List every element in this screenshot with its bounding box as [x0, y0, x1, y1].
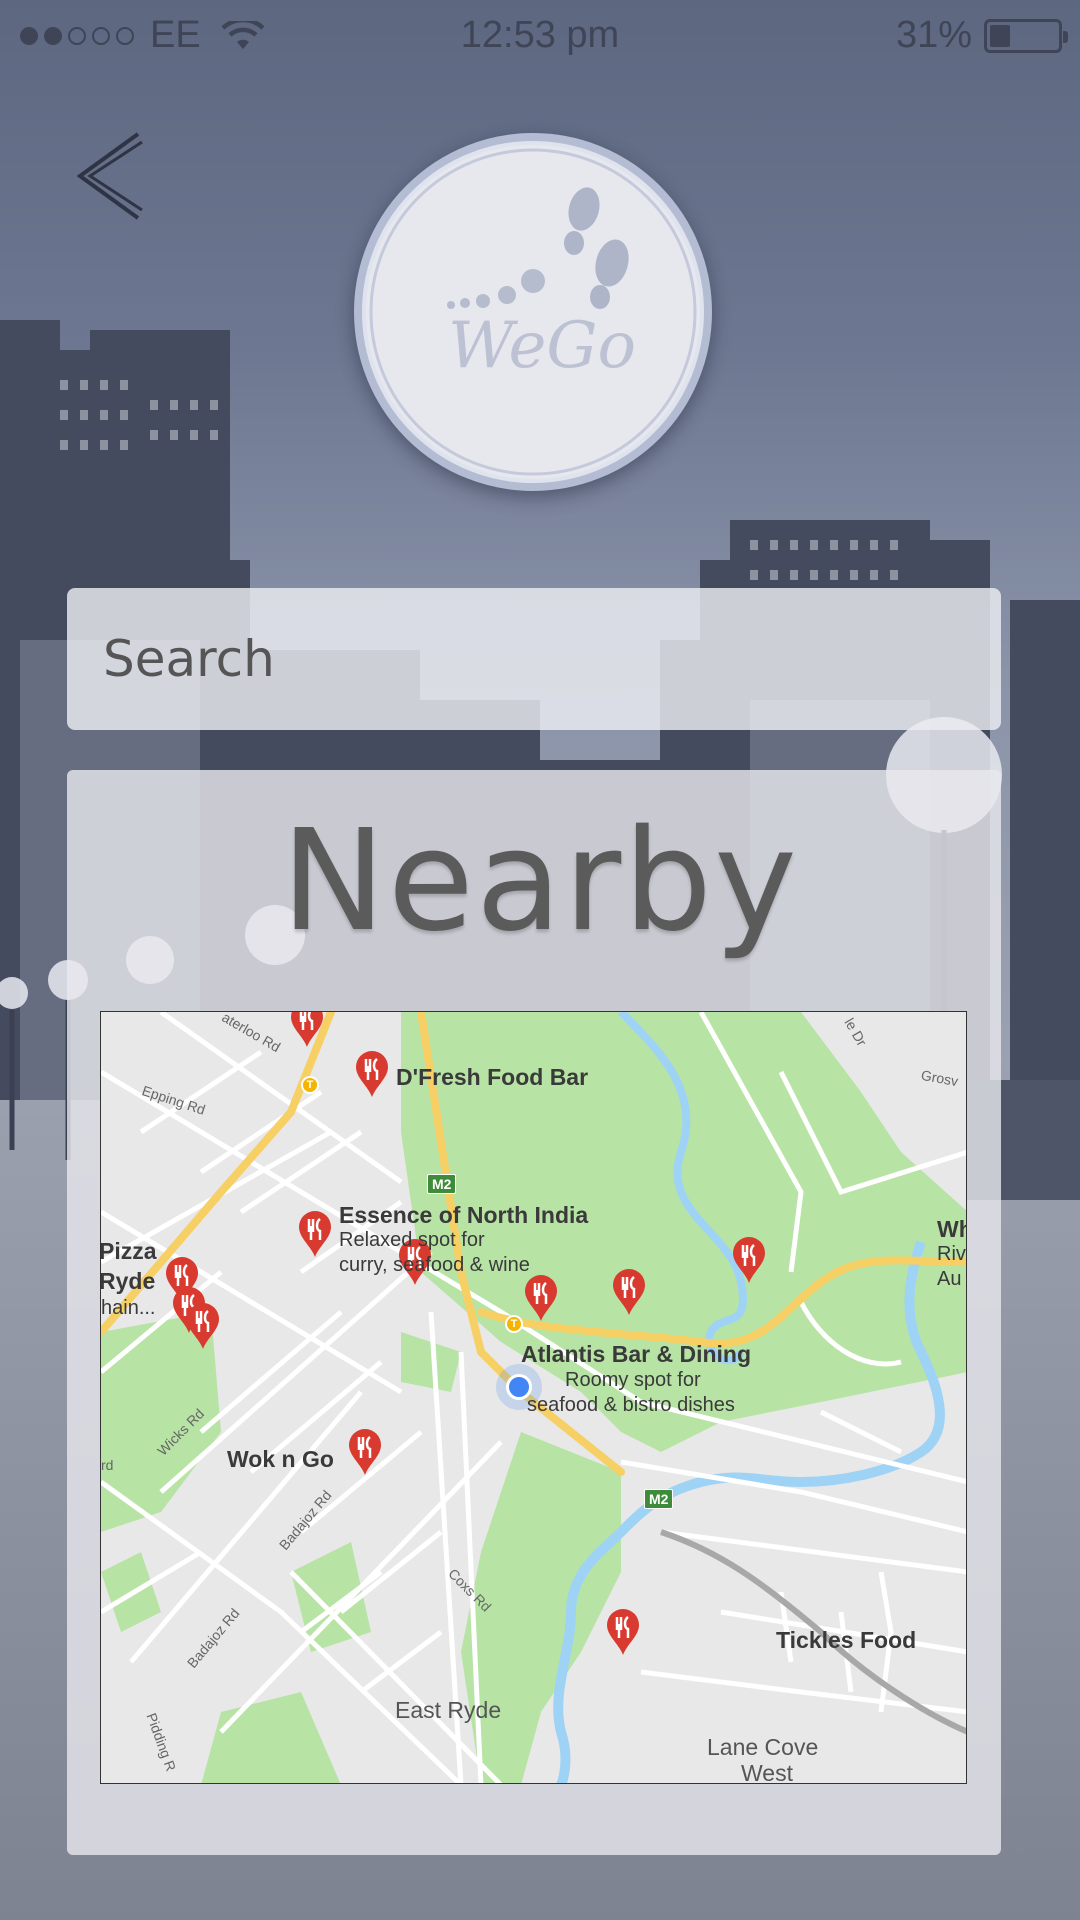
- transit-stop-icon: T: [505, 1315, 523, 1333]
- restaurant-pin-icon[interactable]: [523, 1274, 559, 1322]
- battery-icon: [984, 18, 1068, 53]
- place-description: seafood & bistro dishes: [527, 1394, 735, 1416]
- area-label-east-ryde: East Ryde: [395, 1697, 502, 1723]
- area-label-lane-cove: Lane Cove: [707, 1734, 819, 1760]
- place-description: curry, seafood & wine: [339, 1254, 530, 1276]
- place-name[interactable]: Ryde: [101, 1268, 155, 1295]
- search-bar[interactable]: [67, 588, 1001, 730]
- battery-fill: [990, 24, 1011, 47]
- m2-badge: M2: [427, 1174, 457, 1194]
- transit-stop-icon: T: [301, 1076, 319, 1094]
- place-name[interactable]: Wh: [937, 1216, 966, 1243]
- place-description: Au: [937, 1268, 962, 1290]
- back-chevron-icon[interactable]: [70, 128, 150, 224]
- place-description: hain...: [101, 1297, 156, 1319]
- place-name[interactable]: Atlantis Bar & Dining: [521, 1341, 751, 1368]
- wego-logo: WeGo: [354, 133, 712, 491]
- restaurant-pin-icon[interactable]: [611, 1268, 647, 1316]
- place-description: Riv: [937, 1243, 966, 1265]
- battery-group: 31%: [895, 14, 1068, 57]
- restaurant-pin-icon[interactable]: [289, 1011, 325, 1048]
- m2-badge: M2: [644, 1489, 674, 1509]
- road-label: rd: [101, 1457, 114, 1473]
- restaurant-pin-icon[interactable]: [185, 1302, 221, 1350]
- search-input[interactable]: [67, 588, 1001, 730]
- place-description: Roomy spot for: [565, 1369, 701, 1391]
- nearby-title: Nearby: [281, 800, 799, 963]
- battery-percent: 31%: [895, 14, 972, 56]
- restaurant-pin-icon[interactable]: [354, 1050, 390, 1098]
- place-name[interactable]: Wok n Go: [227, 1446, 334, 1473]
- place-name[interactable]: Pizza: [101, 1238, 157, 1265]
- place-name[interactable]: Tickles Food: [776, 1627, 916, 1654]
- nearby-map[interactable]: M2 M2 T T aterloo Rd Epping Rd Wicks Rd …: [100, 1011, 967, 1784]
- restaurant-pin-icon[interactable]: [297, 1210, 333, 1258]
- place-description: Relaxed spot for: [339, 1229, 485, 1251]
- restaurant-pin-icon[interactable]: [731, 1236, 767, 1284]
- area-label-west: West: [741, 1760, 793, 1784]
- status-bar: EE 12:53 pm 31%: [0, 0, 1080, 72]
- restaurant-pin-icon[interactable]: [605, 1608, 641, 1656]
- place-name[interactable]: D'Fresh Food Bar: [396, 1064, 588, 1091]
- restaurant-pin-icon[interactable]: [347, 1428, 383, 1476]
- logo-text: WeGo: [447, 309, 637, 383]
- place-name[interactable]: Essence of North India: [339, 1202, 588, 1229]
